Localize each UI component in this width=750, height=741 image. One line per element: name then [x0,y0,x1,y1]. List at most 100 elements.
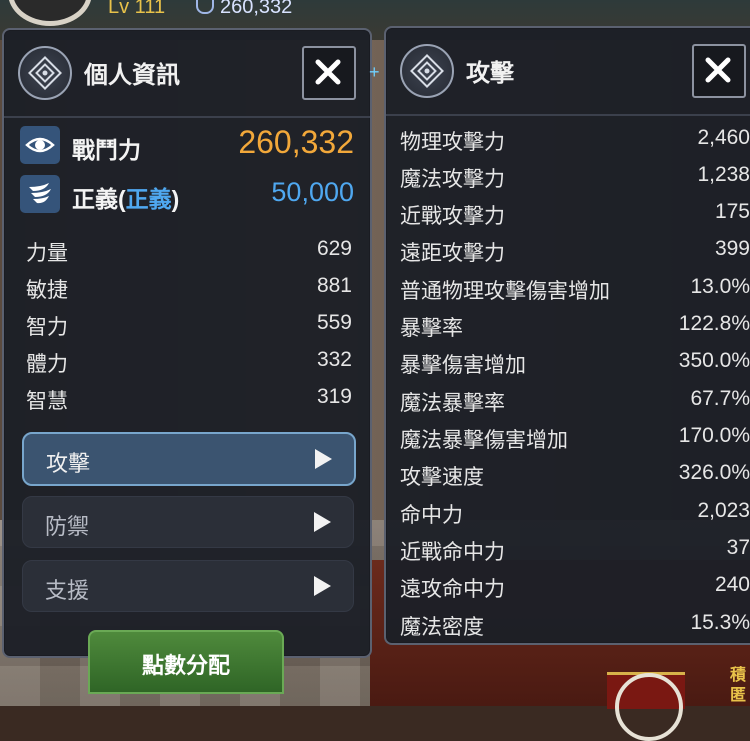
play-arrow-icon [315,449,332,469]
attack-stat-label: 近戰攻擊力 [400,205,505,228]
attack-stat-row: 近戰攻擊力 175 [400,200,750,234]
stat-value: 332 [316,348,352,371]
tab-attack[interactable]: 攻擊 [22,432,356,486]
justice-label-main: 正義( [72,186,126,212]
personal-info-panel: 個人資訊 戰鬥力 260,332 正義(正義) 50,000 力量 629 敏捷 8… [2,28,372,658]
close-icon [705,57,731,83]
attack-stat-value: 122.8% [678,312,750,335]
attack-stat-value: 350.0% [678,349,750,372]
attack-stat-value: 399 [714,237,750,260]
stat-row: 智慧 319 [26,385,352,415]
eye-icon [20,126,60,164]
shield-icon [196,0,214,14]
attack-stat-value: 13.0% [690,275,750,298]
hud-combat-power: 260,332 [196,0,292,19]
stat-label: 智慧 [26,390,68,413]
attack-stat-row: 魔法暴擊傷害增加 170.0% [400,424,750,458]
stat-label: 敏捷 [26,279,68,302]
attack-stat-value: 240 [714,573,750,596]
attack-stat-label: 攻擊速度 [400,466,484,489]
attack-stat-row: 物理攻擊力 2,460 [400,126,750,160]
justice-value: 50,000 [271,177,354,207]
attack-stat-value: 37 [726,536,750,559]
top-hud: Lv 111 260,332 [0,0,750,26]
combat-power-row: 戰鬥力 260,332 [20,124,354,164]
distribute-points-label: 點數分配 [141,653,230,678]
distribute-points-button[interactable]: 點數分配 [88,630,284,694]
attack-stat-label: 魔法暴擊率 [400,392,505,415]
stat-label: 力量 [26,242,68,265]
attack-stat-row: 魔法攻擊力 1,238 [400,163,750,197]
attack-stat-label: 物理攻擊力 [400,131,505,154]
play-arrow-icon [314,512,331,532]
stat-label: 智力 [26,316,68,339]
attack-stat-label: 魔法密度 [400,616,484,639]
wing-icon [20,175,60,213]
attack-stat-row: 近戰命中力 37 [400,536,750,570]
attack-stat-label: 魔法攻擊力 [400,168,505,191]
combat-power-label: 戰鬥力 [72,137,141,163]
hud-combat-power-value: 260,332 [220,0,293,18]
stat-value: 319 [316,385,352,408]
attack-stat-value: 67.7% [690,387,750,410]
attack-stat-label: 普通物理攻擊傷害增加 [400,280,610,303]
plus-icon: + [369,62,380,82]
stat-label: 體力 [26,353,68,376]
justice-label-inner: 正義 [125,186,172,212]
attack-stat-label: 命中力 [400,504,463,527]
player-level: Lv 111 [108,0,166,18]
justice-label: 正義(正義) [72,180,179,214]
panel-header: 個人資訊 [4,30,370,118]
tab-support[interactable]: 支援 [22,560,354,612]
attack-stat-label: 暴擊率 [400,317,463,340]
tab-defense-label: 防禦 [45,514,90,539]
close-button[interactable] [302,46,356,100]
attack-stat-row: 攻擊速度 326.0% [400,461,750,495]
attack-stat-value: 2,460 [697,126,750,149]
justice-row: 正義(正義) 50,000 [20,175,354,213]
attack-stat-row: 暴擊傷害增加 350.0% [400,349,750,383]
attack-stat-value: 2,023 [697,499,750,522]
attack-stat-value: 15.3% [690,611,750,634]
play-arrow-icon [314,576,331,596]
attack-stat-row: 遠攻命中力 240 [400,573,750,607]
stat-value: 881 [316,274,352,297]
attack-stat-label: 遠距攻擊力 [400,242,505,265]
tab-attack-label: 攻擊 [46,451,91,476]
attack-stats-panel: 攻擊 物理攻擊力 2,460 魔法攻擊力 1,238 近戰攻擊力 175 遠距攻擊力 3… [384,26,750,645]
justice-label-close: ) [171,186,180,212]
guild-badge[interactable] [607,672,685,741]
emblem-icon [18,46,72,100]
stat-row: 體力 332 [26,348,352,378]
attack-stat-row: 暴擊率 122.8% [400,312,750,346]
badge-label: 積匿 [730,667,747,704]
stat-row: 敏捷 881 [26,274,352,304]
stat-row: 力量 629 [26,237,352,267]
attack-stat-value: 170.0% [678,424,750,447]
combat-power-value: 260,332 [238,124,354,160]
tab-support-label: 支援 [45,578,90,603]
close-button[interactable] [692,44,746,98]
tab-defense[interactable]: 防禦 [22,496,354,548]
attack-stat-row: 魔法密度 15.3% [400,611,750,645]
panel-header: 攻擊 [386,28,750,116]
attack-stat-value: 326.0% [678,461,750,484]
attack-stat-label: 暴擊傷害增加 [400,354,526,377]
stat-row: 智力 559 [26,311,352,341]
close-icon [315,59,341,85]
attack-stat-row: 魔法暴擊率 67.7% [400,387,750,421]
panel-title: 個人資訊 [84,62,180,89]
attack-stat-value: 175 [714,200,750,223]
attack-stat-row: 遠距攻擊力 399 [400,237,750,271]
lion-emblem-icon [615,673,683,741]
attack-stat-row: 命中力 2,023 [400,499,750,533]
stat-value: 629 [316,237,352,260]
stat-value: 559 [316,311,352,334]
attack-stat-value: 1,238 [697,163,750,186]
attack-stat-row: 普通物理攻擊傷害增加 13.0% [400,275,750,309]
attack-stat-label: 遠攻命中力 [400,578,505,601]
attack-stat-label: 近戰命中力 [400,541,505,564]
emblem-icon [400,44,454,98]
attack-stat-label: 魔法暴擊傷害增加 [400,429,568,452]
panel-title: 攻擊 [466,60,514,87]
